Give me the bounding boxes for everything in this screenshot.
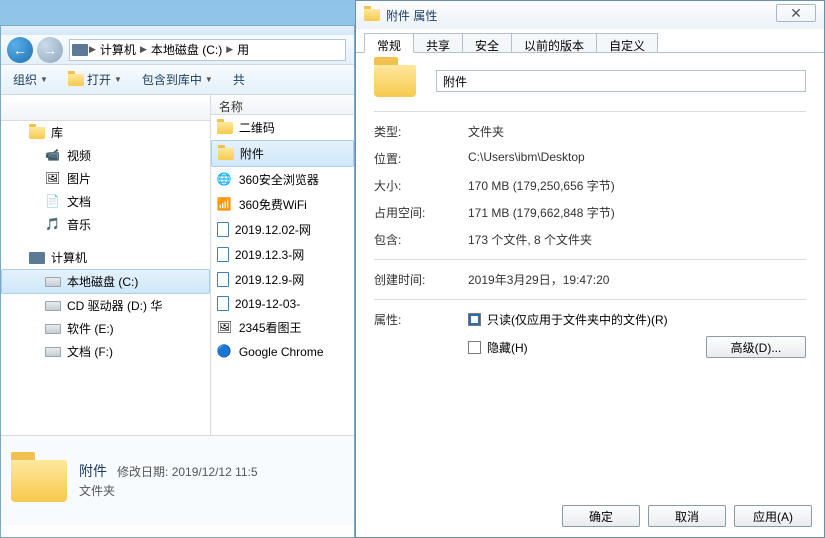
toolbar: 组织▼ 打开▼ 包含到库中▼ 共 [1,65,354,95]
share-menu[interactable]: 共 [227,69,251,90]
doc-icon [217,272,229,287]
chrome-icon: 🔵 [217,344,233,360]
prop-disk: 171 MB (179,662,848 字节) [468,204,615,221]
breadcrumb-seg[interactable]: 用 [234,41,252,58]
tab-sharing[interactable]: 共享 [413,33,463,52]
tab-panel-general: 类型:文件夹 位置:C:\Users\ibm\Desktop 大小:170 MB… [356,53,824,375]
nav-sidebar: 库 📹视频 🖼图片 📄文档 🎵音乐 计算机 本地磁盘 (C:) CD 驱动器 (… [1,95,210,435]
prop-size: 170 MB (179,250,656 字节) [468,177,615,194]
doc-icon [217,222,229,237]
sidebar-item-drive-c[interactable]: 本地磁盘 (C:) [1,269,210,294]
prop-type: 文件夹 [468,123,504,140]
apply-button[interactable]: 应用(A) [734,505,812,527]
breadcrumb-seg[interactable]: 计算机 [97,41,139,58]
doc-icon: 📄 [45,194,61,210]
list-item[interactable]: 2019-12-03- [211,292,354,315]
sidebar-item-pictures[interactable]: 🖼图片 [1,167,210,190]
organize-menu[interactable]: 组织▼ [7,69,54,90]
watermark: ◉ 路由器 [751,472,819,500]
hidden-label: 隐藏(H) [487,339,528,356]
drive-icon [45,324,61,334]
doc-icon [217,247,229,262]
video-icon: 📹 [45,148,61,164]
name-input[interactable] [436,70,806,92]
file-list: 名称 二维码 附件 🌐360安全浏览器 📶360免费WiFi 2019.12.0… [210,95,354,435]
tab-security[interactable]: 安全 [462,33,512,52]
computer-icon [72,44,88,56]
sidebar-item-drive-f[interactable]: 文档 (F:) [1,340,210,363]
drive-icon [45,277,61,287]
computer-icon [29,252,45,264]
watermark-icon: ◉ [751,472,779,500]
sidebar-item-drive-e[interactable]: 软件 (E:) [1,317,210,340]
details-name: 附件 [79,463,107,479]
dialog-title: 附件 属性 ✕ [356,1,824,29]
list-item[interactable]: 2019.12.9-网 [211,267,354,292]
drive-icon [45,347,61,357]
tab-previous[interactable]: 以前的版本 [511,33,597,52]
doc-icon [217,296,229,311]
breadcrumb-seg[interactable]: 本地磁盘 (C:) [148,41,225,58]
advanced-button[interactable]: 高级(D)... [706,336,806,358]
list-item[interactable]: 2019.12.02-网 [211,217,354,242]
folder-icon [11,460,67,502]
back-button[interactable]: ← [7,37,33,63]
list-item[interactable]: 📶360免费WiFi [211,192,354,217]
explorer-window: ← → ▶ 计算机 ▶ 本地磁盘 (C:) ▶ 用 组织▼ 打开▼ 包含到库中▼… [0,25,355,538]
details-pane: 附件 修改日期: 2019/12/12 11:5 文件夹 [1,435,354,525]
forward-button[interactable]: → [37,37,63,63]
open-button[interactable]: 打开▼ [62,69,128,90]
sidebar-computer[interactable]: 计算机 [1,246,210,269]
music-icon: 🎵 [45,217,61,233]
folder-icon [217,122,233,134]
close-button[interactable]: ✕ [776,4,816,22]
folder-icon [374,65,416,97]
properties-dialog: 附件 属性 ✕ 常规 共享 安全 以前的版本 自定义 类型:文件夹 位置:C:\… [355,0,825,538]
tab-custom[interactable]: 自定义 [596,33,658,52]
tab-general[interactable]: 常规 [364,33,414,53]
list-item[interactable]: 🖼2345看图王 [211,315,354,340]
list-item[interactable]: 2019.12.3-网 [211,242,354,267]
list-item[interactable]: 附件 [211,140,354,167]
dialog-buttons: 确定 取消 应用(A) [562,505,812,527]
list-item[interactable]: 🌐360安全浏览器 [211,167,354,192]
sidebar-item-drive-d[interactable]: CD 驱动器 (D:) 华 [1,294,210,317]
sidebar-libraries[interactable]: 库 [1,121,210,144]
details-date: 2019/12/12 11:5 [172,465,258,479]
prop-location: C:\Users\ibm\Desktop [468,150,585,167]
tab-strip: 常规 共享 安全 以前的版本 自定义 [356,29,824,53]
sidebar-item-video[interactable]: 📹视频 [1,144,210,167]
folder-icon [364,9,380,21]
cancel-button[interactable]: 取消 [648,505,726,527]
cd-icon [45,301,61,311]
readonly-checkbox[interactable] [468,313,481,326]
sidebar-item-documents[interactable]: 📄文档 [1,190,210,213]
address-bar[interactable]: ▶ 计算机 ▶ 本地磁盘 (C:) ▶ 用 [69,39,346,61]
wifi-icon: 📶 [217,197,233,213]
app-icon: 🖼 [217,320,233,336]
nav-bar: ← → ▶ 计算机 ▶ 本地磁盘 (C:) ▶ 用 [1,35,354,65]
picture-icon: 🖼 [45,171,61,187]
list-item[interactable]: 二维码 [211,115,354,140]
column-header-name[interactable]: 名称 [211,95,354,115]
ok-button[interactable]: 确定 [562,505,640,527]
readonly-label: 只读(仅应用于文件夹中的文件)(R) [487,311,668,328]
prop-contains: 173 个文件, 8 个文件夹 [468,231,592,248]
sidebar-item-music[interactable]: 🎵音乐 [1,213,210,236]
details-type: 文件夹 [79,484,115,498]
library-icon [29,127,45,139]
prop-created: 2019年3月29日，19:47:20 [468,271,609,288]
include-menu[interactable]: 包含到库中▼ [136,69,219,90]
folder-icon [218,148,234,160]
app-icon: 🌐 [217,172,233,188]
details-date-label: 修改日期: [117,465,168,479]
hidden-checkbox[interactable] [468,341,481,354]
folder-icon [68,74,84,86]
list-item[interactable]: 🔵Google Chrome [211,340,354,364]
